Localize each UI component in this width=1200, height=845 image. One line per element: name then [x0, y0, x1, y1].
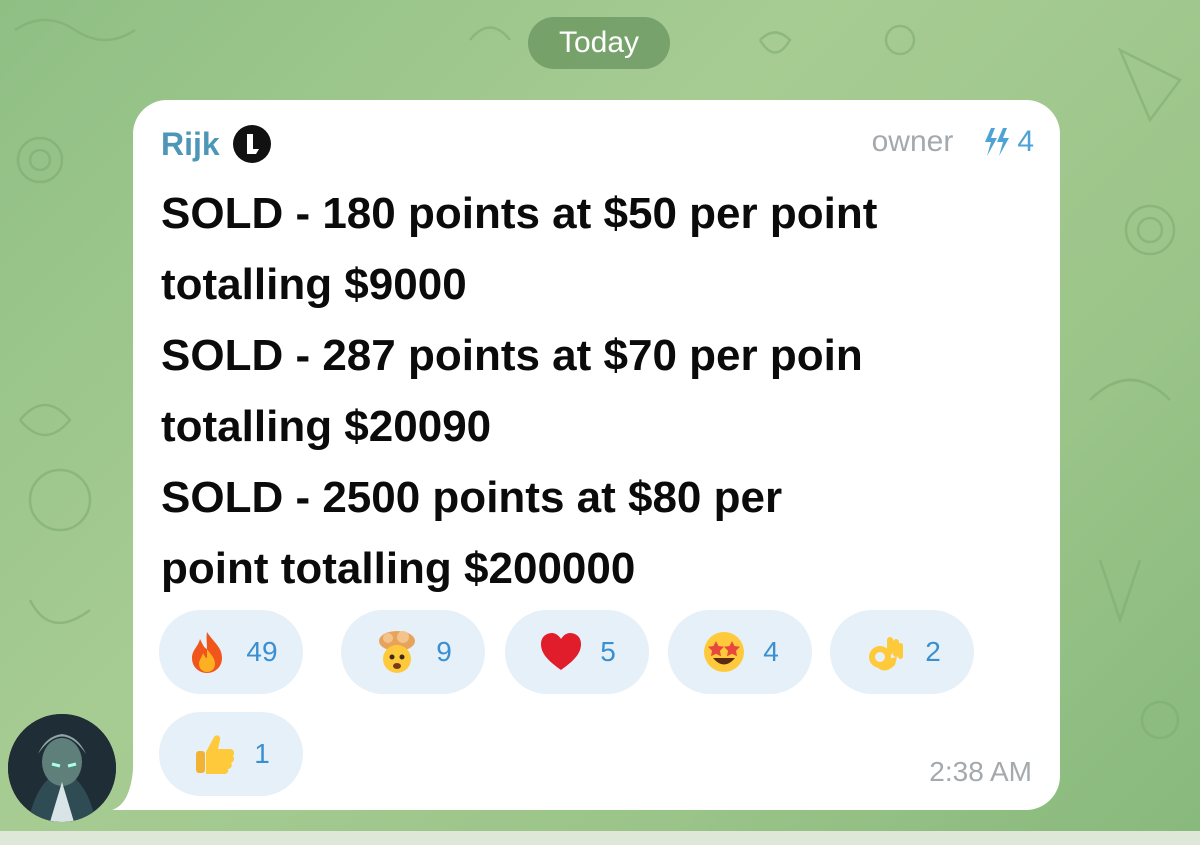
reaction-fire[interactable]: 49 — [159, 610, 303, 694]
reaction-exploding-head[interactable]: 9 — [341, 610, 485, 694]
date-separator: Today — [528, 17, 670, 69]
reaction-thumbs-up[interactable]: 1 — [159, 712, 303, 796]
message-line: SOLD - 2500 points at $80 per — [161, 473, 783, 522]
bottom-bar — [0, 831, 1200, 845]
thumbs-up-icon — [196, 735, 235, 774]
reaction-count: 4 — [763, 636, 779, 667]
message-line: point totalling $200000 — [161, 544, 636, 593]
reaction-count: 2 — [925, 636, 941, 667]
ok-hand-icon — [869, 637, 904, 671]
message-line: SOLD - 180 points at $50 per point — [161, 189, 878, 238]
message-bubble[interactable]: Rijk owner 4 SOLD - 180 points at $50 pe… — [133, 100, 1060, 810]
red-heart-icon — [541, 633, 582, 670]
message-timestamp: 2:38 AM — [929, 756, 1032, 787]
sender-name[interactable]: Rijk — [161, 126, 220, 163]
role-label: owner — [871, 125, 954, 158]
reaction-count: 9 — [436, 636, 452, 667]
reaction-count: 49 — [246, 636, 278, 667]
message-meta: owner 4 — [872, 124, 1034, 160]
sender-header: Rijk — [161, 122, 272, 166]
exploding-head-icon — [379, 631, 416, 673]
sender-avatar[interactable] — [8, 714, 116, 822]
reaction-star-struck[interactable]: 4 — [668, 610, 812, 694]
message-line: SOLD - 287 points at $70 per poin — [161, 331, 863, 380]
boost-lightning-icon — [985, 128, 1010, 156]
reaction-count: 1 — [254, 738, 270, 769]
reaction-ok-hand[interactable]: 2 — [830, 610, 974, 694]
message-text: SOLD - 180 points at $50 per point total… — [161, 178, 1041, 604]
star-struck-icon — [704, 632, 745, 672]
fire-icon — [192, 632, 223, 673]
message-line: totalling $20090 — [161, 402, 492, 451]
reaction-red-heart[interactable]: 5 — [505, 610, 649, 694]
boost-count: 4 — [1017, 125, 1034, 158]
reaction-count: 5 — [600, 636, 616, 667]
message-line: totalling $9000 — [161, 260, 467, 309]
logo-badge-icon — [232, 125, 271, 163]
avatar-image — [8, 714, 116, 822]
